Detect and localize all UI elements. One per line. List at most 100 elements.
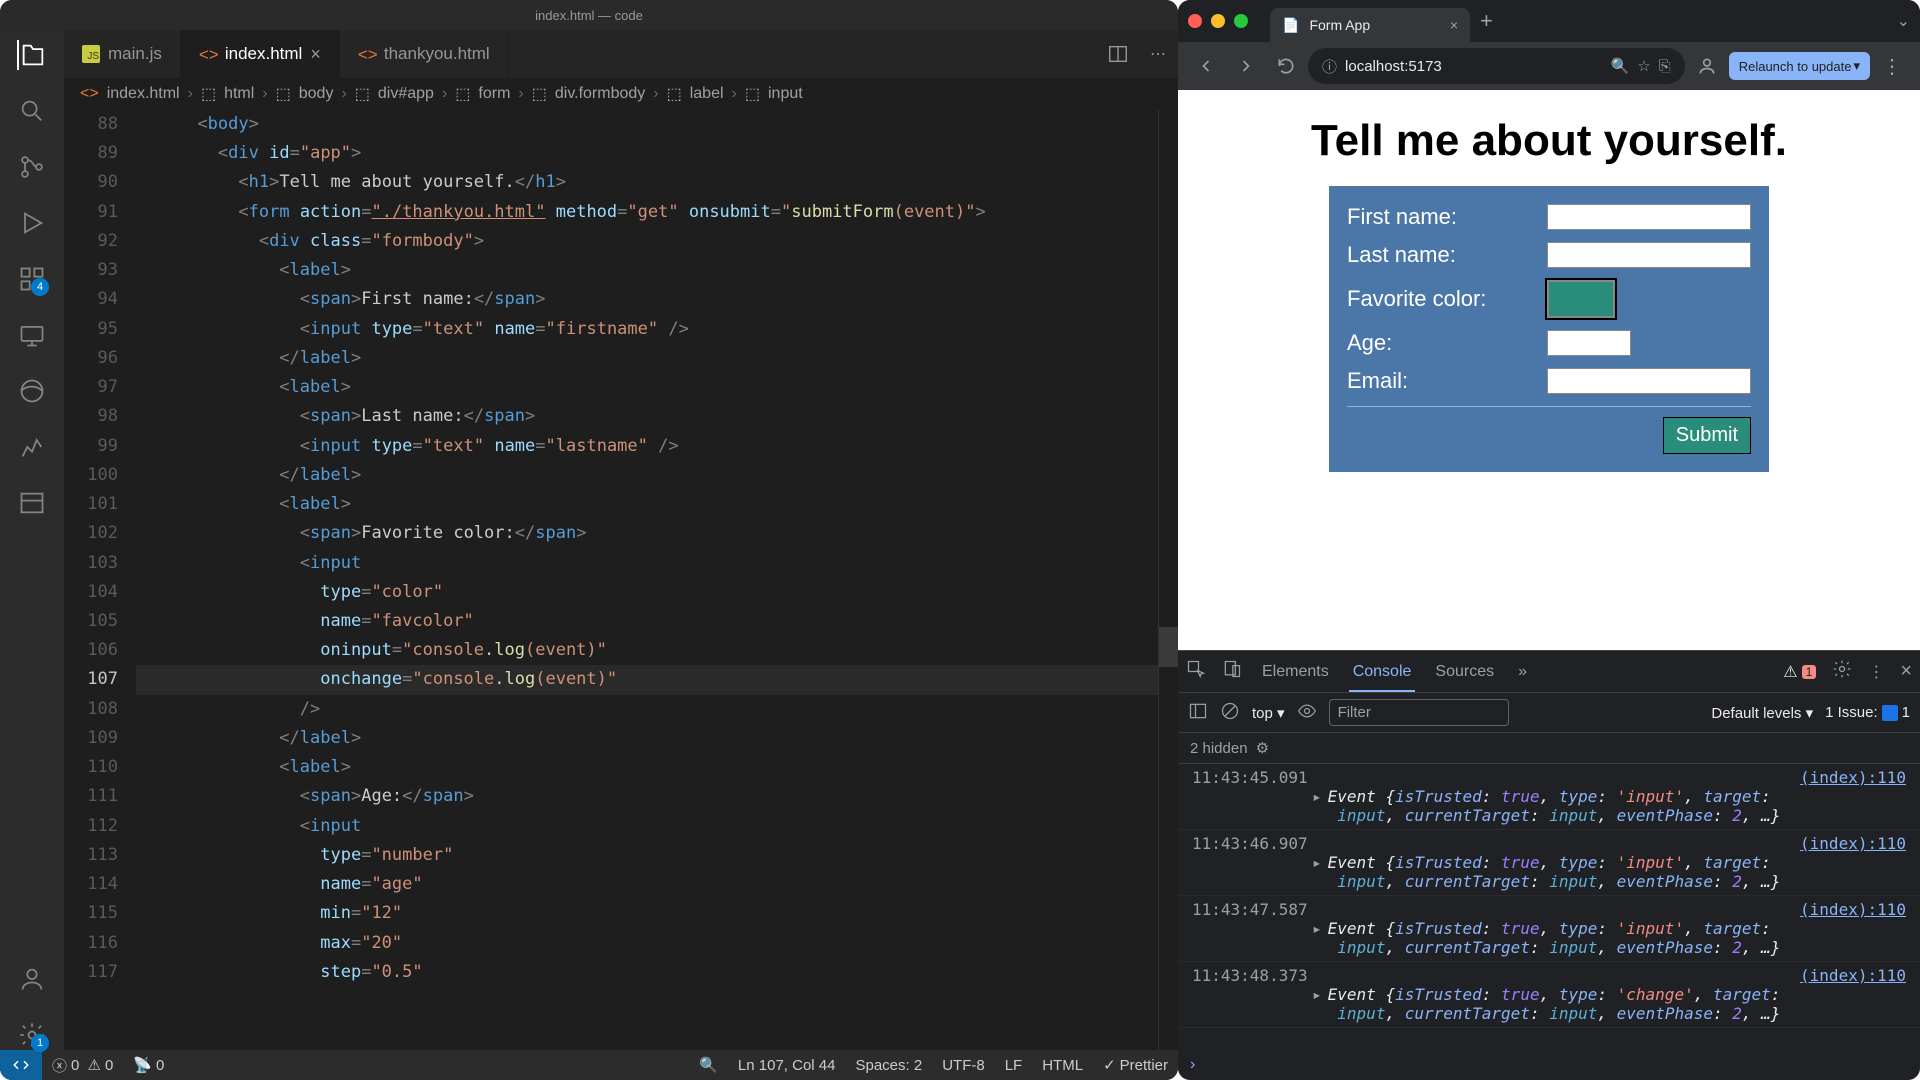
submit-button[interactable]: Submit — [1663, 417, 1751, 454]
gear-icon[interactable]: 1 — [17, 1020, 47, 1050]
breadcrumb-item[interactable]: index.html — [107, 85, 180, 103]
edge-icon[interactable] — [17, 376, 47, 406]
issues-indicator[interactable]: 1 Issue: 1 — [1825, 704, 1910, 721]
hidden-messages[interactable]: 2 hidden ⚙ — [1178, 733, 1920, 764]
lastname-input[interactable] — [1547, 242, 1751, 268]
warnings-indicator[interactable]: ⚠1 — [1783, 662, 1816, 682]
breadcrumb-item[interactable]: form — [478, 85, 510, 103]
chevron-down-icon[interactable]: ⌄ — [1897, 11, 1910, 31]
browser-toolbar: ⓘ localhost:5173 🔍 ☆ ⎘ Relaunch to updat… — [1178, 42, 1920, 90]
label-age: Age: — [1347, 330, 1547, 356]
back-button[interactable] — [1188, 48, 1224, 84]
tab-thankyouhtml[interactable]: <>thankyou.html — [340, 30, 509, 78]
gear-icon[interactable] — [1832, 659, 1852, 684]
minimize-window-icon[interactable] — [1211, 14, 1225, 28]
console-prompt[interactable]: › — [1178, 1050, 1920, 1080]
status-eol[interactable]: LF — [995, 1057, 1033, 1074]
inspect-icon[interactable] — [1186, 659, 1206, 684]
status-spaces[interactable]: Spaces: 2 — [845, 1057, 932, 1074]
html-icon: <> — [80, 85, 99, 103]
extensions-icon[interactable]: 4 — [17, 264, 47, 294]
zoom-icon[interactable]: 🔍 — [1611, 57, 1630, 75]
breadcrumb-item[interactable]: input — [768, 85, 803, 103]
minimap[interactable] — [1158, 110, 1178, 1050]
account-icon[interactable] — [17, 964, 47, 994]
log-levels[interactable]: Default levels ▾ — [1711, 704, 1813, 722]
tab-console[interactable]: Console — [1349, 663, 1416, 692]
gear-icon[interactable]: ⚙ — [1256, 739, 1269, 757]
status-errors[interactable]: ⓧ 0 ⚠ 0 — [42, 1055, 123, 1076]
favcolor-input[interactable] — [1547, 280, 1615, 318]
status-encoding[interactable]: UTF-8 — [932, 1057, 995, 1074]
email-input[interactable] — [1547, 368, 1751, 394]
tab-indexhtml[interactable]: <>index.html× — [181, 30, 340, 78]
source-control-icon[interactable] — [17, 152, 47, 182]
clear-icon[interactable] — [1220, 701, 1240, 725]
breadcrumb-item[interactable]: body — [299, 85, 334, 103]
search-icon[interactable] — [17, 96, 47, 126]
more-icon[interactable]: ⋮ — [1874, 54, 1910, 79]
more-tabs-icon[interactable]: » — [1514, 663, 1531, 681]
status-bar: ⓧ 0 ⚠ 0 📡 0 🔍 Ln 107, Col 44 Spaces: 2 U… — [0, 1050, 1178, 1080]
vscode-window: index.html — code 4 1 JSmain.js <> index.… — [0, 0, 1178, 1080]
graph-icon[interactable] — [17, 432, 47, 462]
traffic-lights — [1188, 14, 1260, 28]
panel-icon[interactable] — [17, 488, 47, 518]
activity-bar: 4 1 — [0, 30, 64, 1050]
profile-icon[interactable] — [1689, 48, 1725, 84]
breadcrumb-item[interactable]: html — [224, 85, 254, 103]
reload-button[interactable] — [1268, 48, 1304, 84]
browser-tab-strip: 📄 Form App × + ⌄ — [1178, 0, 1920, 42]
zoom-window-icon[interactable] — [1234, 14, 1248, 28]
remote-icon[interactable] — [17, 320, 47, 350]
new-tab-button[interactable]: + — [1480, 8, 1493, 34]
label-firstname: First name: — [1347, 204, 1547, 230]
eye-icon[interactable] — [1297, 701, 1317, 725]
console-log: 11:43:45.091(index):110▸Event {isTrusted… — [1178, 764, 1920, 1050]
more-icon[interactable]: ⋯ — [1138, 30, 1178, 78]
close-icon[interactable]: × — [310, 44, 321, 65]
explorer-icon[interactable] — [17, 40, 47, 70]
filter-input[interactable]: Filter — [1329, 699, 1509, 726]
context-selector[interactable]: top ▾ — [1252, 704, 1285, 722]
split-editor-icon[interactable] — [1098, 30, 1138, 78]
close-icon[interactable]: × — [1900, 660, 1912, 683]
console-toolbar: top ▾ Filter Default levels ▾ 1 Issue: 1 — [1178, 693, 1920, 733]
address-bar[interactable]: ⓘ localhost:5173 🔍 ☆ ⎘ — [1308, 48, 1685, 84]
breadcrumb[interactable]: <>index.html ›⬚html ›⬚body ›⬚div#app ›⬚f… — [64, 78, 1178, 110]
forward-button[interactable] — [1228, 48, 1264, 84]
sidebar-icon[interactable] — [1188, 701, 1208, 725]
vscode-title: index.html — code — [0, 0, 1178, 30]
tab-sources[interactable]: Sources — [1431, 663, 1498, 681]
js-icon: JS — [82, 45, 100, 63]
breadcrumb-item[interactable]: label — [690, 85, 724, 103]
close-icon[interactable]: × — [1450, 17, 1458, 33]
age-input[interactable] — [1547, 330, 1631, 356]
browser-tab-title: Form App — [1309, 17, 1370, 33]
run-debug-icon[interactable] — [17, 208, 47, 238]
breadcrumb-item[interactable]: div.formbody — [555, 85, 645, 103]
relaunch-button[interactable]: Relaunch to update ▾ — [1729, 52, 1870, 80]
label-lastname: Last name: — [1347, 242, 1547, 268]
status-lncol[interactable]: Ln 107, Col 44 — [728, 1057, 846, 1074]
tab-elements[interactable]: Elements — [1258, 663, 1333, 681]
browser-tab[interactable]: 📄 Form App × — [1270, 8, 1470, 42]
close-window-icon[interactable] — [1188, 14, 1202, 28]
remote-indicator[interactable] — [0, 1050, 42, 1080]
chevron-right-icon: › — [188, 85, 193, 103]
more-icon[interactable]: ⋮ — [1868, 662, 1884, 682]
status-ports[interactable]: 📡 0 — [123, 1056, 174, 1074]
code-content[interactable]: <body> <div id="app"> <h1>Tell me about … — [136, 110, 1178, 1050]
status-formatter[interactable]: ✓ Prettier — [1093, 1056, 1178, 1074]
bookmark-icon[interactable]: ☆ — [1637, 57, 1650, 75]
status-zoom[interactable]: 🔍 — [689, 1056, 728, 1074]
site-info-icon[interactable]: ⓘ — [1322, 56, 1337, 77]
device-icon[interactable] — [1222, 659, 1242, 684]
firstname-input[interactable] — [1547, 204, 1751, 230]
breadcrumb-item[interactable]: div#app — [378, 85, 434, 103]
tab-label: index.html — [225, 44, 302, 64]
status-lang[interactable]: HTML — [1032, 1057, 1093, 1074]
tab-mainjs[interactable]: JSmain.js — [64, 30, 181, 78]
code-editor[interactable]: 8889909192939495969798991001011021031041… — [64, 110, 1178, 1050]
install-icon[interactable]: ⎘ — [1659, 58, 1671, 75]
